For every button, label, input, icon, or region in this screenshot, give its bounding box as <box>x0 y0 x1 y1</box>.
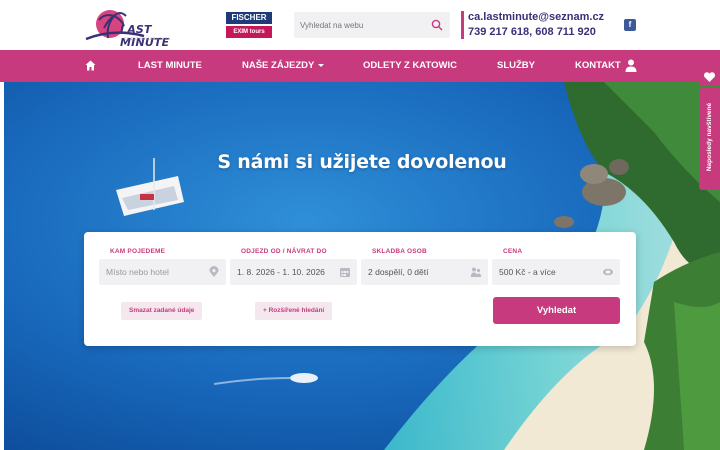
home-icon[interactable] <box>85 60 96 71</box>
search-button[interactable]: Vyhledat <box>493 297 620 324</box>
search-input[interactable] <box>294 12 424 38</box>
travelers-field[interactable]: 2 dospělí, 0 dětí <box>361 259 488 285</box>
logo-text: LAST MINUTE <box>120 23 170 49</box>
nav-item-kontakt[interactable]: KONTAKT <box>575 50 621 82</box>
nav-item-odlety-z-katowic[interactable]: ODLETY Z KATOWIC <box>363 50 457 82</box>
favorites-tab[interactable] <box>699 68 720 86</box>
dates-label: ODJEZD OD / NÁVRAT DO <box>241 248 327 255</box>
heart-icon <box>703 72 716 82</box>
price-value: 500 Kč - a více <box>499 267 556 277</box>
trip-search-panel: KAM POJEDEME Místo nebo hotel ODJEZD OD … <box>84 232 636 346</box>
price-label: CENA <box>503 248 523 255</box>
logo[interactable]: LAST MINUTE CESTOVNÍ AGENTURA <box>84 8 196 49</box>
nav-item-nase-zajezdy[interactable]: NAŠE ZÁJEZDY <box>242 50 325 82</box>
destination-value: Místo nebo hotel <box>106 267 169 277</box>
nav-item-last-minute[interactable]: LAST MINUTE <box>138 50 202 82</box>
clear-button[interactable]: Smazat zadané údaje <box>121 302 203 320</box>
destination-field[interactable]: Místo nebo hotel <box>99 259 226 285</box>
map-pin-icon <box>209 266 219 277</box>
partner-fischer: FISCHER <box>226 12 272 24</box>
site-search <box>294 12 450 38</box>
hero-headline: S námi si užijete dovolenou <box>217 151 507 173</box>
nav-item-label: KONTAKT <box>575 60 621 71</box>
contact-phone[interactable]: 739 217 618, 608 711 920 <box>468 26 596 38</box>
money-icon <box>603 268 613 276</box>
nav-item-label: ODLETY Z KATOWIC <box>363 60 457 71</box>
recently-viewed-label: Naposledy navštívené <box>706 102 713 172</box>
partner-exim: EXIM tours <box>226 26 272 38</box>
travelers-label: SKLADBA OSOB <box>372 248 427 255</box>
advanced-search-button[interactable]: + Rozšířené hledání <box>255 302 333 320</box>
logo-subtext: CESTOVNÍ AGENTURA <box>124 37 171 41</box>
calendar-icon <box>340 268 350 277</box>
nav-item-label: SLUŽBY <box>497 60 535 71</box>
dates-field[interactable]: 1. 8. 2026 - 1. 10. 2026 <box>230 259 357 285</box>
partner-logo[interactable]: FISCHER EXIM tours <box>226 12 272 38</box>
dates-value: 1. 8. 2026 - 1. 10. 2026 <box>237 267 325 277</box>
contact-divider <box>461 11 464 39</box>
facebook-icon[interactable]: f <box>624 19 636 31</box>
nav-item-sluzby[interactable]: SLUŽBY <box>497 50 535 82</box>
destination-label: KAM POJEDEME <box>110 248 166 255</box>
chevron-down-icon <box>318 63 325 67</box>
price-field[interactable]: 500 Kč - a více <box>492 259 620 285</box>
main-nav: LAST MINUTE NAŠE ZÁJEZDY ODLETY Z KATOWI… <box>0 50 720 82</box>
recently-viewed-tab[interactable]: Naposledy navštívené <box>699 88 720 190</box>
travelers-value: 2 dospělí, 0 dětí <box>368 267 429 277</box>
user-icon[interactable] <box>625 59 637 72</box>
nav-item-label: NAŠE ZÁJEZDY <box>242 60 315 71</box>
people-icon <box>470 267 482 277</box>
search-icon[interactable] <box>431 19 443 31</box>
site-header: LAST MINUTE CESTOVNÍ AGENTURA FISCHER EX… <box>0 0 720 50</box>
contact-email[interactable]: ca.lastminute@seznam.cz <box>468 11 604 23</box>
nav-item-label: LAST MINUTE <box>138 60 202 71</box>
